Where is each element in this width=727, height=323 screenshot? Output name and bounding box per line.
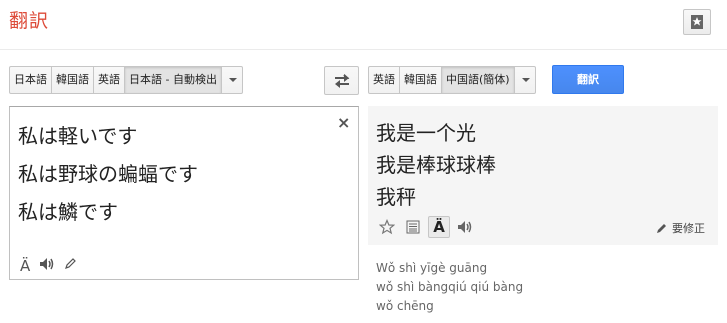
source-text-input[interactable]: 私は軽いです 私は野球の蝙蝠です 私は鱗です × Ä	[9, 106, 359, 280]
header-divider	[0, 49, 727, 50]
result-tools: Ä	[376, 216, 480, 238]
source-lang-japanese[interactable]: 日本語	[9, 66, 52, 94]
translate-button[interactable]: 翻訳	[552, 65, 624, 94]
source-language-bar: 日本語 韓国語 英語 日本語 - 自動検出	[9, 66, 243, 94]
result-line: 我是棒球球棒	[376, 153, 496, 177]
dictionary-list-icon[interactable]	[402, 216, 424, 238]
phrasebook-star-icon	[691, 15, 703, 29]
romanization-toggle-icon[interactable]: Ä	[20, 257, 30, 275]
romanization-line: wǒ chēng	[376, 299, 434, 313]
result-text[interactable]: 我是一个光 我是棒球球棒 我秤	[376, 117, 496, 213]
target-lang-chinese-simplified[interactable]: 中国語(簡体)	[441, 66, 515, 94]
result-line: 我是一个光	[376, 121, 476, 145]
target-lang-korean[interactable]: 韓国語	[399, 66, 442, 94]
save-star-icon[interactable]	[376, 216, 398, 238]
edit-pencil-icon	[657, 224, 666, 233]
starred-phrasebook-button[interactable]	[683, 9, 711, 35]
source-lang-auto-detect[interactable]: 日本語 - 自動検出	[124, 66, 222, 94]
result-line: 我秤	[376, 185, 416, 209]
source-line: 私は軽いです	[18, 124, 138, 148]
result-listen-speaker-icon[interactable]	[454, 216, 476, 238]
target-language-bar: 英語 韓国語 中国語(簡体)	[368, 66, 536, 94]
clear-text-close-icon[interactable]: ×	[337, 113, 350, 132]
source-tools: Ä	[20, 257, 85, 275]
listen-speaker-icon[interactable]	[39, 257, 55, 275]
source-lang-dropdown-chevron-down-icon[interactable]	[220, 66, 243, 94]
swap-languages-button[interactable]	[324, 66, 359, 95]
romanization-text: Wǒ shì yīgè guāng wǒ shì bàngqiú qiú bàn…	[376, 259, 523, 316]
romanization-line: Wǒ shì yīgè guāng	[376, 261, 488, 275]
suggest-edit-button[interactable]: 要修正	[656, 220, 705, 236]
target-lang-english[interactable]: 英語	[368, 66, 400, 94]
swap-icon	[335, 74, 350, 88]
target-lang-dropdown-chevron-down-icon[interactable]	[513, 66, 536, 94]
handwriting-pencil-icon[interactable]	[64, 258, 77, 274]
source-line: 私は野球の蝙蝠です	[18, 162, 198, 186]
source-text[interactable]: 私は軽いです 私は野球の蝙蝠です 私は鱗です	[18, 117, 198, 231]
suggest-edit-label: 要修正	[672, 222, 705, 235]
source-line: 私は鱗です	[18, 200, 118, 224]
translation-result: 我是一个光 我是棒球球棒 我秤 Ä 要修正	[368, 106, 718, 245]
romanization-line: wǒ shì bàngqiú qiú bàng	[376, 280, 524, 294]
source-lang-english[interactable]: 英語	[93, 66, 125, 94]
result-romanization-toggle-icon[interactable]: Ä	[428, 216, 450, 238]
app-title: 翻訳	[9, 10, 50, 32]
source-lang-korean[interactable]: 韓国語	[51, 66, 94, 94]
